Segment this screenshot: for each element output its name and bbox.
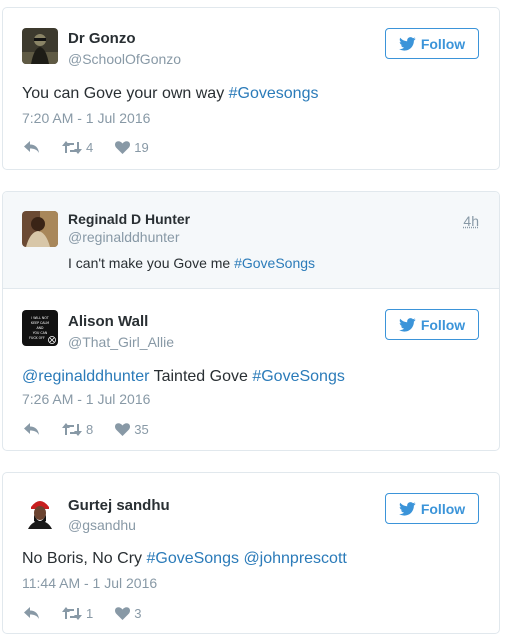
tweet-card-gurtej-sandhu: Gurtej sandhu @gsandhu Follow No Boris, … <box>2 472 500 634</box>
hashtag-link[interactable]: #Govesongs <box>229 85 319 102</box>
like-button[interactable]: 3 <box>115 606 141 621</box>
retweet-count: 4 <box>86 140 94 155</box>
tweet-text-body: Tainted Gove <box>149 368 253 385</box>
avatar[interactable] <box>22 493 58 529</box>
tweet-text: You can Gove your own way #Govesongs <box>22 85 318 103</box>
follow-button[interactable]: Follow <box>385 493 479 524</box>
follow-button[interactable]: Follow <box>385 28 479 59</box>
tweet-text-body: You can Gove your own way <box>22 85 229 102</box>
reply-icon <box>24 423 39 435</box>
user-name[interactable]: Gurtej sandhu <box>68 497 170 514</box>
retweet-button[interactable]: 8 <box>62 422 93 437</box>
tweet-text-body: No Boris, No Cry <box>22 550 147 567</box>
bird-icon <box>398 501 416 516</box>
tweet-text: @reginalddhunter Tainted Gove #GoveSongs <box>22 368 345 386</box>
heart-icon <box>115 607 131 620</box>
retweet-icon <box>62 607 82 620</box>
like-count: 35 <box>134 422 149 437</box>
follow-label: Follow <box>420 316 466 333</box>
reply-button[interactable] <box>24 607 40 620</box>
follow-button[interactable]: Follow <box>385 309 479 340</box>
mention-link[interactable]: @johnprescott <box>243 550 346 567</box>
heart-icon <box>115 141 131 154</box>
quoted-user-name[interactable]: Reginald D Hunter <box>68 211 190 227</box>
follow-label: Follow <box>420 500 466 517</box>
like-button[interactable]: 35 <box>115 422 149 437</box>
bird-icon <box>398 317 416 332</box>
quoted-text: I can't make you Gove me #GoveSongs <box>68 255 315 271</box>
heart-icon <box>115 423 131 436</box>
avatar[interactable]: I WILL NOT KEEP CALM AND YOU CAN FUCK OF… <box>22 310 58 346</box>
hashtag-link[interactable]: #GoveSongs <box>234 255 315 271</box>
quoted-age[interactable]: 4h <box>463 213 479 229</box>
quoted-text-body: I can't make you Gove me <box>68 255 235 271</box>
retweet-icon <box>62 423 82 436</box>
timestamp[interactable]: 7:20 AM - 1 Jul 2016 <box>22 110 150 126</box>
user-handle[interactable]: @gsandhu <box>68 517 136 533</box>
like-button[interactable]: 19 <box>115 140 149 155</box>
retweet-icon <box>62 141 82 154</box>
user-name[interactable]: Alison Wall <box>68 313 148 330</box>
retweet-button[interactable]: 1 <box>62 606 93 621</box>
hashtag-link[interactable]: #GoveSongs <box>252 368 345 385</box>
tweet-actions: 4 19 <box>24 140 171 155</box>
retweet-count: 8 <box>86 422 94 437</box>
user-name[interactable]: Dr Gonzo <box>68 30 136 47</box>
tweet-actions: 1 3 <box>24 606 163 621</box>
hashtag-link[interactable]: #GoveSongs <box>146 550 239 567</box>
user-handle[interactable]: @That_Girl_Allie <box>68 334 174 350</box>
bird-icon <box>398 36 416 51</box>
tweet-actions: 8 35 <box>24 422 171 437</box>
avatar-slogan-line5: FUCK OFF <box>29 336 45 340</box>
like-count: 19 <box>134 140 149 155</box>
reply-icon <box>24 141 39 153</box>
follow-label: Follow <box>420 35 466 52</box>
tweet-card-alison-wall: Reginald D Hunter @reginalddhunter 4h I … <box>2 191 500 451</box>
avatar[interactable] <box>22 28 58 64</box>
avatar-slogan-line2: KEEP CALM <box>31 321 49 325</box>
user-handle[interactable]: @SchoolOfGonzo <box>68 51 181 67</box>
retweet-count: 1 <box>86 606 94 621</box>
mention-link[interactable]: @reginalddhunter <box>22 368 149 385</box>
avatar-slogan-line1: I WILL NOT <box>31 316 49 320</box>
quoted-tweet[interactable]: Reginald D Hunter @reginalddhunter 4h I … <box>3 192 499 289</box>
tweet-text: No Boris, No Cry #GoveSongs @johnprescot… <box>22 550 347 568</box>
reply-button[interactable] <box>24 141 40 154</box>
retweet-button[interactable]: 4 <box>62 140 93 155</box>
timestamp[interactable]: 11:44 AM - 1 Jul 2016 <box>22 575 157 591</box>
quoted-avatar[interactable] <box>22 211 58 247</box>
quoted-user-handle[interactable]: @reginalddhunter <box>68 229 180 245</box>
avatar-slogan-line3: AND <box>36 326 44 330</box>
reply-button[interactable] <box>24 423 40 436</box>
tweet-card-dr-gonzo: Dr Gonzo @SchoolOfGonzo Follow You can G… <box>2 7 500 170</box>
timestamp[interactable]: 7:26 AM - 1 Jul 2016 <box>22 391 150 407</box>
like-count: 3 <box>134 606 142 621</box>
avatar-slogan-line4: YOU CAN <box>33 331 48 335</box>
reply-icon <box>24 607 39 619</box>
